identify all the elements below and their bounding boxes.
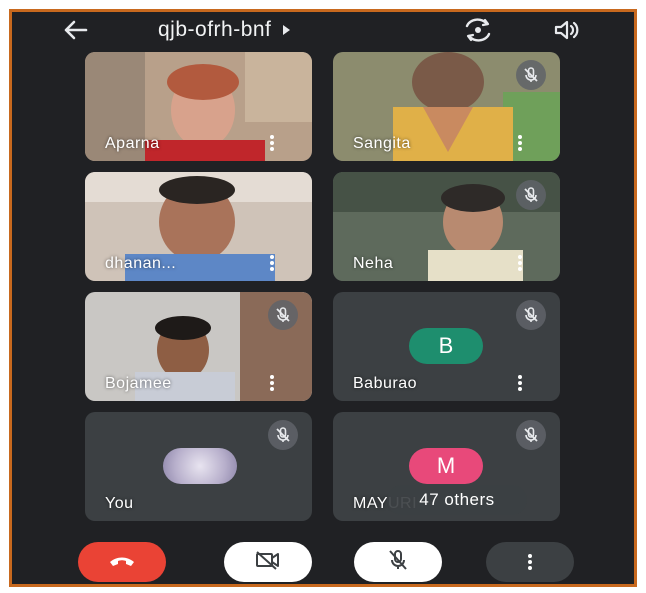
mic-off-icon: [516, 60, 546, 90]
more-vert-icon[interactable]: [518, 255, 522, 271]
mic-off-icon: [516, 180, 546, 210]
mic-off-icon: [268, 300, 298, 330]
camera-toggle-button[interactable]: [224, 542, 312, 582]
more-options-button[interactable]: [486, 542, 574, 582]
more-vert-icon[interactable]: [518, 375, 522, 391]
more-vert-icon[interactable]: [270, 135, 274, 151]
avatar: M: [409, 448, 483, 484]
avatar: [163, 448, 237, 484]
mic-off-icon: [387, 548, 409, 577]
self-tile[interactable]: You: [85, 412, 312, 521]
more-vert-icon[interactable]: [270, 255, 274, 271]
more-vert-icon[interactable]: [518, 135, 522, 151]
participant-name: Neha: [353, 255, 394, 272]
participant-tile[interactable]: Bojamee: [85, 292, 312, 401]
mic-toggle-button[interactable]: [354, 542, 442, 582]
screenshot-frame: qjb-ofrh-bnf Aparna Sangita dhanan... Ne…: [9, 9, 637, 587]
participant-tile[interactable]: Aparna: [85, 52, 312, 161]
participant-tile[interactable]: dhanan...: [85, 172, 312, 281]
avatar: B: [409, 328, 483, 364]
mic-off-icon: [516, 300, 546, 330]
participant-name: Sangita: [353, 135, 411, 152]
top-bar: qjb-ofrh-bnf: [12, 12, 634, 48]
meeting-title-button[interactable]: qjb-ofrh-bnf: [158, 16, 291, 44]
more-vert-icon[interactable]: [270, 375, 274, 391]
participant-name: Bojamee: [105, 375, 172, 392]
mic-off-icon: [516, 420, 546, 450]
switch-camera-icon[interactable]: [463, 17, 493, 43]
participant-tile[interactable]: Sangita: [333, 52, 560, 161]
others-button[interactable]: 47 others: [387, 485, 527, 515]
participant-name: You: [105, 495, 134, 512]
participant-name: dhanan...: [105, 255, 177, 272]
participant-tile[interactable]: B Baburao: [333, 292, 560, 401]
more-vert-icon: [528, 554, 532, 570]
back-arrow-icon[interactable]: [60, 18, 90, 42]
mic-off-icon: [268, 420, 298, 450]
phone-hangup-icon: [107, 552, 137, 573]
participant-tile[interactable]: Neha: [333, 172, 560, 281]
speaker-icon[interactable]: [552, 18, 582, 42]
participant-tile[interactable]: M MAYURI 47 others: [333, 412, 560, 521]
participant-name: Aparna: [105, 135, 160, 152]
caret-right-icon: [283, 25, 291, 35]
videocam-off-icon: [254, 549, 282, 576]
participant-name: Baburao: [353, 375, 417, 392]
end-call-button[interactable]: [78, 542, 166, 582]
meet-screen: qjb-ofrh-bnf Aparna Sangita dhanan... Ne…: [12, 12, 634, 584]
meeting-code: qjb-ofrh-bnf: [158, 18, 272, 41]
